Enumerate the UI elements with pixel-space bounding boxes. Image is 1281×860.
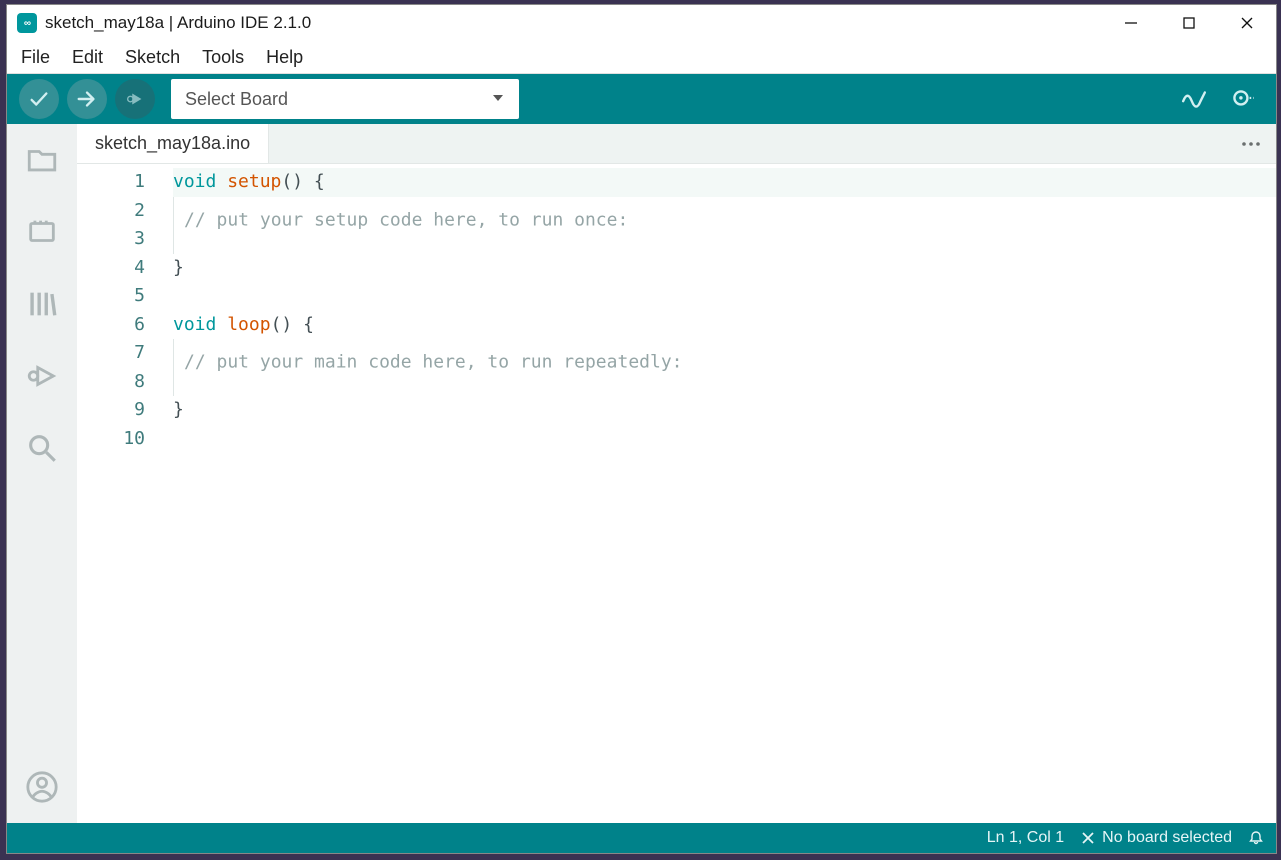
menubar: File Edit Sketch Tools Help xyxy=(7,41,1276,74)
statusbar: Ln 1, Col 1 No board selected xyxy=(7,823,1276,853)
line-number-gutter: 12345678910 xyxy=(77,164,173,823)
app-window: ∞ sketch_may18a | Arduino IDE 2.1.0 File… xyxy=(6,4,1277,854)
code-line[interactable]: // put your main code here, to run repea… xyxy=(173,339,1276,368)
editor-tab-overflow-button[interactable] xyxy=(1226,124,1276,163)
window-maximize-button[interactable] xyxy=(1160,5,1218,41)
activity-bar xyxy=(7,124,77,823)
code-line[interactable]: } xyxy=(173,396,1276,425)
menu-sketch[interactable]: Sketch xyxy=(125,47,180,68)
code-area[interactable]: void setup() {// put your setup code her… xyxy=(173,164,1276,823)
menu-file[interactable]: File xyxy=(21,47,50,68)
status-board[interactable]: No board selected xyxy=(1080,829,1232,847)
editor-tab-active[interactable]: sketch_may18a.ino xyxy=(77,124,269,163)
board-selector-label: Select Board xyxy=(185,89,288,110)
close-icon xyxy=(1080,830,1096,846)
bell-icon xyxy=(1248,830,1264,846)
upload-button[interactable] xyxy=(67,79,107,119)
menu-tools[interactable]: Tools xyxy=(202,47,244,68)
menu-edit[interactable]: Edit xyxy=(72,47,103,68)
code-line[interactable] xyxy=(173,425,1276,454)
board-selector[interactable]: Select Board xyxy=(171,79,519,119)
serial-plotter-button[interactable] xyxy=(1174,79,1214,119)
editor-tab-label: sketch_may18a.ino xyxy=(95,133,250,154)
window-minimize-button[interactable] xyxy=(1102,5,1160,41)
arduino-app-icon: ∞ xyxy=(17,13,37,33)
code-line[interactable]: void loop() { xyxy=(173,311,1276,340)
code-line[interactable] xyxy=(173,282,1276,311)
code-editor[interactable]: 12345678910 void setup() {// put your se… xyxy=(77,164,1276,823)
notifications-button[interactable] xyxy=(1248,830,1264,846)
code-line[interactable]: // put your setup code here, to run once… xyxy=(173,197,1276,226)
account-icon[interactable] xyxy=(24,769,60,805)
status-cursor-position[interactable]: Ln 1, Col 1 xyxy=(987,829,1064,847)
boards-manager-icon[interactable] xyxy=(24,214,60,250)
menu-help[interactable]: Help xyxy=(266,47,303,68)
verify-button[interactable] xyxy=(19,79,59,119)
toolbar: Select Board xyxy=(7,74,1276,124)
window-title: sketch_may18a | Arduino IDE 2.1.0 xyxy=(45,13,311,33)
editor-tabbar: sketch_may18a.ino xyxy=(77,124,1276,164)
search-icon[interactable] xyxy=(24,430,60,466)
code-line[interactable]: void setup() { xyxy=(173,168,1276,197)
sketchbook-icon[interactable] xyxy=(24,142,60,178)
chevron-down-icon xyxy=(491,89,505,110)
serial-monitor-button[interactable] xyxy=(1222,79,1262,119)
code-line[interactable]: } xyxy=(173,254,1276,283)
debug-panel-icon[interactable] xyxy=(24,358,60,394)
library-manager-icon[interactable] xyxy=(24,286,60,322)
window-close-button[interactable] xyxy=(1218,5,1276,41)
debug-button[interactable] xyxy=(115,79,155,119)
titlebar: ∞ sketch_may18a | Arduino IDE 2.1.0 xyxy=(7,5,1276,41)
